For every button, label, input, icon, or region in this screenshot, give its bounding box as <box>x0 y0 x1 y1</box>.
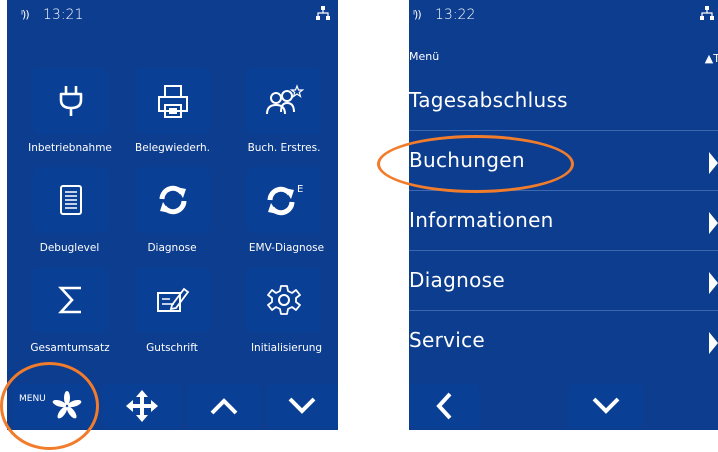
menu-item-diagnose[interactable]: Diagnose <box>409 256 718 310</box>
clock: 13:21 <box>43 7 84 23</box>
refresh-icon <box>159 185 186 215</box>
tile-label: Diagnose <box>147 242 197 254</box>
chevron-down-icon <box>288 397 316 414</box>
scroll-down-button[interactable] <box>569 384 643 428</box>
signal-icon: ᴵ)) <box>21 8 30 21</box>
refresh-e-icon: E <box>267 184 303 216</box>
divider <box>409 310 718 311</box>
tile-label: Gesamtumsatz <box>30 342 110 354</box>
tile-label: Buch. Erstres. <box>247 142 321 154</box>
sigma-icon <box>57 286 81 314</box>
highlight-circle-menu <box>0 362 99 450</box>
svg-text:E: E <box>297 184 303 195</box>
tile-gesamtumsatz[interactable] <box>33 267 108 333</box>
user-icon: ▲ <box>704 52 714 65</box>
tile-label: Debuglevel <box>39 242 100 254</box>
gear-icon <box>266 285 301 315</box>
signal-icon: ᴵ)) <box>413 8 422 21</box>
tile-debuglevel[interactable] <box>33 167 108 233</box>
back-button[interactable] <box>409 384 479 428</box>
bottom-toolbar <box>409 380 718 430</box>
menu-item-label: Diagnose <box>409 268 505 292</box>
move-icon <box>126 390 158 422</box>
tile-gutschrift[interactable] <box>135 267 210 333</box>
menu-item-label: Service <box>409 328 486 352</box>
people-star-icon <box>265 84 304 115</box>
clock: 13:22 <box>435 7 476 23</box>
user-indicator: ▲T <box>705 52 718 65</box>
tile-label: Belegwiederh. <box>135 142 210 154</box>
menu-item-label: Informationen <box>409 208 554 232</box>
document-icon <box>59 185 82 215</box>
chevron-right-icon <box>709 332 718 354</box>
divider <box>409 250 718 251</box>
divider <box>409 130 718 131</box>
tile-label: Initialisierung <box>250 342 323 354</box>
printer-icon <box>157 85 188 118</box>
tile-belegwiederholung[interactable] <box>135 68 210 134</box>
network-icon <box>700 6 714 24</box>
scroll-down-button[interactable] <box>266 384 338 428</box>
tile-diagnose[interactable] <box>135 167 210 233</box>
edit-icon <box>156 287 189 312</box>
menu-item-tagesabschluss[interactable]: Tagesabschluss <box>409 76 718 130</box>
status-bar: ᴵ)) 13:21 <box>7 0 338 30</box>
menu-item-service[interactable]: Service <box>409 316 718 370</box>
chevron-up-icon <box>210 398 238 415</box>
tile-emv-diagnose[interactable]: E <box>246 167 321 233</box>
chevron-right-icon <box>709 152 718 174</box>
highlight-circle-buchungen <box>377 135 574 193</box>
tile-initialisierung[interactable] <box>246 267 321 333</box>
tile-buch-erstres[interactable] <box>246 68 321 134</box>
menu-header: Menü <box>409 50 440 63</box>
tile-inbetriebnahme[interactable] <box>33 68 108 134</box>
chevron-down-icon <box>592 397 620 414</box>
status-bar: ᴵ)) 13:22 <box>409 0 718 30</box>
menu-item-label: Tagesabschluss <box>409 88 568 112</box>
chevron-right-icon <box>709 212 718 234</box>
plug-icon <box>59 86 82 116</box>
terminal-screen-right: ᴵ)) 13:22 Menü ▲T Tagesabschluss Buchung… <box>409 0 718 430</box>
network-icon <box>316 6 330 24</box>
chevron-right-icon <box>709 272 718 294</box>
chevron-left-icon <box>436 392 452 420</box>
scroll-up-button[interactable] <box>188 384 260 428</box>
menu-item-informationen[interactable]: Informationen <box>409 196 718 250</box>
tile-label: Gutschrift <box>146 342 198 354</box>
tile-label: EMV-Diagnose <box>248 242 325 254</box>
user-label: T <box>713 52 718 65</box>
move-button[interactable] <box>102 384 182 428</box>
